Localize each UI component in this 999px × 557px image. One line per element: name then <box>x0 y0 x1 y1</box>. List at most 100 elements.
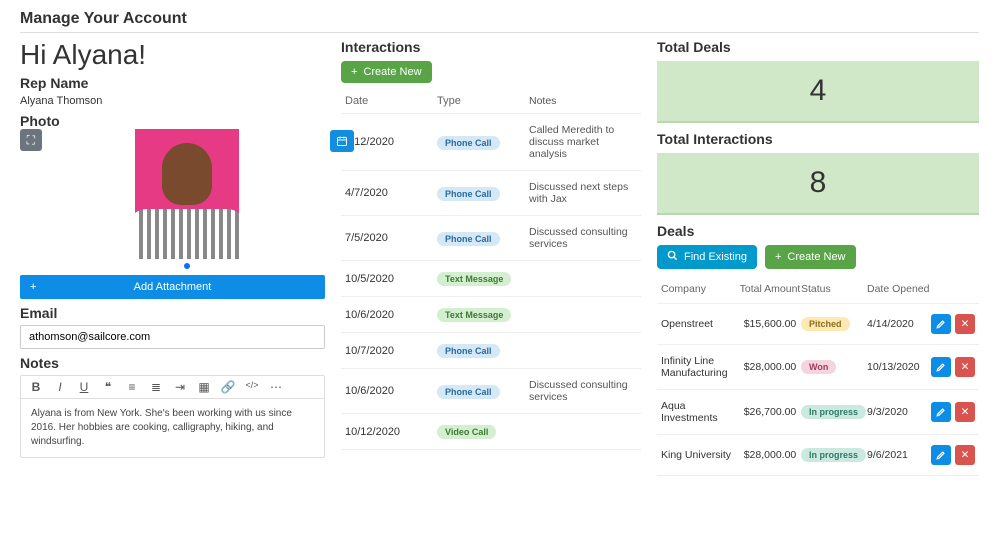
type-badge: Video Call <box>437 425 496 439</box>
status-badge: Won <box>801 360 836 374</box>
status-badge: In progress <box>801 448 866 462</box>
interaction-date: 8/12/2020 <box>345 136 437 148</box>
interaction-row[interactable]: 10/7/2020Phone Call <box>341 333 641 369</box>
bold-icon[interactable]: B <box>27 380 45 394</box>
add-attachment-button[interactable]: + Add Attachment <box>20 275 325 299</box>
notes-editor: B I U ❝ ≡ ≣ ⇥ ▦ 🔗 </> ⋯ Alyana is from N… <box>20 375 325 458</box>
carousel-dot-icon[interactable] <box>184 263 190 269</box>
deal-row[interactable]: Infinity Line Manufacturing$28,000.00Won… <box>657 345 979 390</box>
col-type: Type <box>437 95 529 107</box>
deals-header-row: Company Total Amount Status Date Opened <box>657 275 979 304</box>
deal-amount: $15,600.00 <box>739 318 801 330</box>
italic-icon[interactable]: I <box>51 380 69 394</box>
interaction-notes: Called Meredith to discuss market analys… <box>529 124 637 160</box>
total-deals-card: 4 <box>657 61 979 123</box>
find-existing-button[interactable]: Find Existing <box>657 245 757 269</box>
interaction-date: 10/6/2020 <box>345 309 437 321</box>
status-badge: Pitched <box>801 317 850 331</box>
greeting-heading: Hi Alyana! <box>20 39 325 71</box>
interaction-row[interactable]: 7/5/2020Phone CallDiscussed consulting s… <box>341 216 641 261</box>
rte-toolbar: B I U ❝ ≡ ≣ ⇥ ▦ 🔗 </> ⋯ <box>21 376 324 399</box>
deal-date: 9/6/2021 <box>867 449 931 461</box>
deal-company: Openstreet <box>661 318 739 330</box>
type-badge: Phone Call <box>437 344 500 358</box>
email-label: Email <box>20 305 325 321</box>
edit-deal-button[interactable] <box>931 445 951 465</box>
delete-deal-button[interactable]: ✕ <box>955 445 975 465</box>
interaction-date: 4/7/2020 <box>345 187 437 199</box>
col-status: Status <box>801 283 867 295</box>
interaction-row[interactable]: 10/5/2020Text Message <box>341 261 641 297</box>
interaction-row[interactable]: 4/7/2020Phone CallDiscussed next steps w… <box>341 171 641 216</box>
table-icon[interactable]: ▦ <box>195 380 213 394</box>
email-field[interactable] <box>20 325 325 349</box>
type-badge: Text Message <box>437 272 511 286</box>
edit-deal-button[interactable] <box>931 314 951 334</box>
ordered-list-icon[interactable]: ≡ <box>123 380 141 394</box>
interaction-type: Phone Call <box>437 186 529 201</box>
deal-company: King University <box>661 449 739 461</box>
interaction-row[interactable]: 10/6/2020Phone Call Discussed consulting … <box>341 369 641 414</box>
interaction-row[interactable]: 8/12/2020Phone CallCalled Meredith to di… <box>341 114 641 171</box>
create-interaction-label: Create New <box>363 66 421 78</box>
deal-row[interactable]: Aqua Investments$26,700.00In progress9/3… <box>657 390 979 435</box>
deal-status: In progress <box>801 448 867 462</box>
deal-amount: $28,000.00 <box>739 449 801 461</box>
col-company: Company <box>661 283 739 295</box>
create-interaction-button[interactable]: + Create New <box>341 61 432 83</box>
delete-deal-button[interactable]: ✕ <box>955 357 975 377</box>
add-attachment-label: Add Attachment <box>134 281 212 293</box>
search-icon <box>667 250 678 264</box>
notes-label: Notes <box>20 355 325 371</box>
interaction-row[interactable]: 10/6/2020Text Message <box>341 297 641 333</box>
interaction-type: Text Message <box>437 307 529 322</box>
page-title: Manage Your Account <box>20 10 979 33</box>
interactions-title: Interactions <box>341 39 641 55</box>
interaction-type: Phone Call <box>437 384 529 399</box>
interaction-date: 7/5/2020 <box>345 232 437 244</box>
deal-company: Infinity Line Manufacturing <box>661 355 739 379</box>
col-amount: Total Amount <box>739 283 801 295</box>
rep-name-value: Alyana Thomson <box>20 95 325 107</box>
deals-title: Deals <box>657 223 979 239</box>
type-badge: Phone Call <box>437 187 500 201</box>
underline-icon[interactable]: U <box>75 380 93 394</box>
deal-amount: $26,700.00 <box>739 406 801 418</box>
plus-icon: + <box>351 66 357 78</box>
status-badge: In progress <box>801 405 866 419</box>
interaction-type: Video Call <box>437 424 529 439</box>
interaction-row[interactable]: 10/12/2020Video Call <box>341 414 641 450</box>
deal-company: Aqua Investments <box>661 400 739 424</box>
interaction-notes: Discussed consulting services <box>529 379 637 403</box>
left-column: Hi Alyana! Rep Name Alyana Thomson Photo… <box>20 39 325 476</box>
find-existing-label: Find Existing <box>684 251 747 263</box>
notes-content[interactable]: Alyana is from New York. She's been work… <box>21 399 324 457</box>
interaction-date: 10/5/2020 <box>345 273 437 285</box>
deal-row[interactable]: Openstreet$15,600.00Pitched 4/14/2020 ✕ <box>657 304 979 345</box>
create-deal-button[interactable]: + Create New <box>765 245 856 269</box>
interaction-date: 10/6/2020 <box>345 385 437 397</box>
deal-date: 10/13/2020 <box>867 361 931 373</box>
delete-deal-button[interactable]: ✕ <box>955 402 975 422</box>
deal-status: In progress <box>801 405 867 419</box>
right-column: Total Deals 4 Total Interactions 8 Deals… <box>657 39 979 476</box>
delete-deal-button[interactable]: ✕ <box>955 314 975 334</box>
deal-date: 9/3/2020 <box>867 406 931 418</box>
type-badge: Text Message <box>437 308 511 322</box>
calendar-icon[interactable] <box>330 130 354 152</box>
edit-deal-button[interactable] <box>931 402 951 422</box>
rep-photo[interactable] <box>135 129 239 259</box>
code-icon[interactable]: </> <box>243 380 261 394</box>
quote-icon[interactable]: ❝ <box>99 380 117 394</box>
deal-date: 4/14/2020 <box>867 318 931 330</box>
more-icon[interactable]: ⋯ <box>267 380 285 394</box>
deal-row[interactable]: King University$28,000.00In progress9/6/… <box>657 435 979 476</box>
resize-icon[interactable]: ⛶ <box>20 129 42 151</box>
unordered-list-icon[interactable]: ≣ <box>147 380 165 394</box>
interaction-date: 10/12/2020 <box>345 426 437 438</box>
link-icon[interactable]: 🔗 <box>219 380 237 394</box>
interaction-type: Phone Call <box>437 231 529 246</box>
edit-deal-button[interactable] <box>931 357 951 377</box>
indent-icon[interactable]: ⇥ <box>171 380 189 394</box>
type-badge: Phone Call <box>437 385 500 399</box>
